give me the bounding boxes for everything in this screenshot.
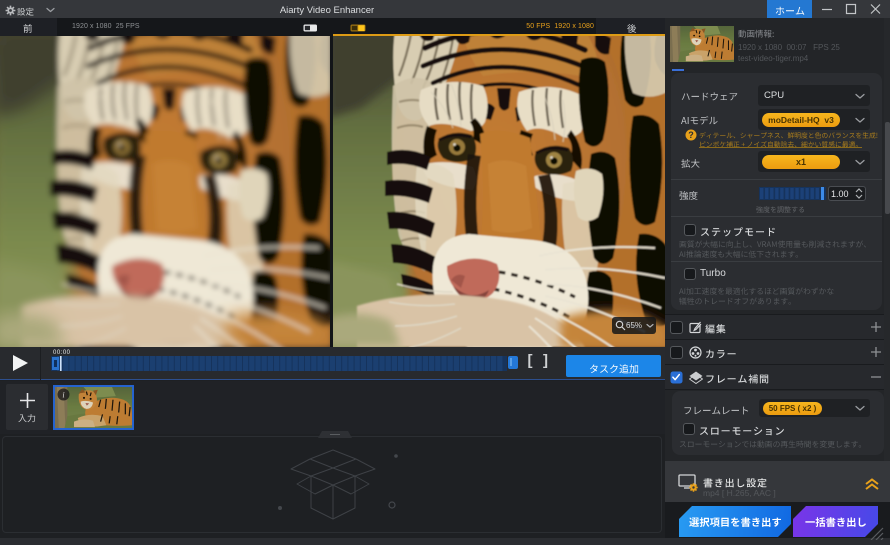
svg-text:i: i — [62, 391, 64, 400]
svg-text:?: ? — [688, 130, 694, 140]
